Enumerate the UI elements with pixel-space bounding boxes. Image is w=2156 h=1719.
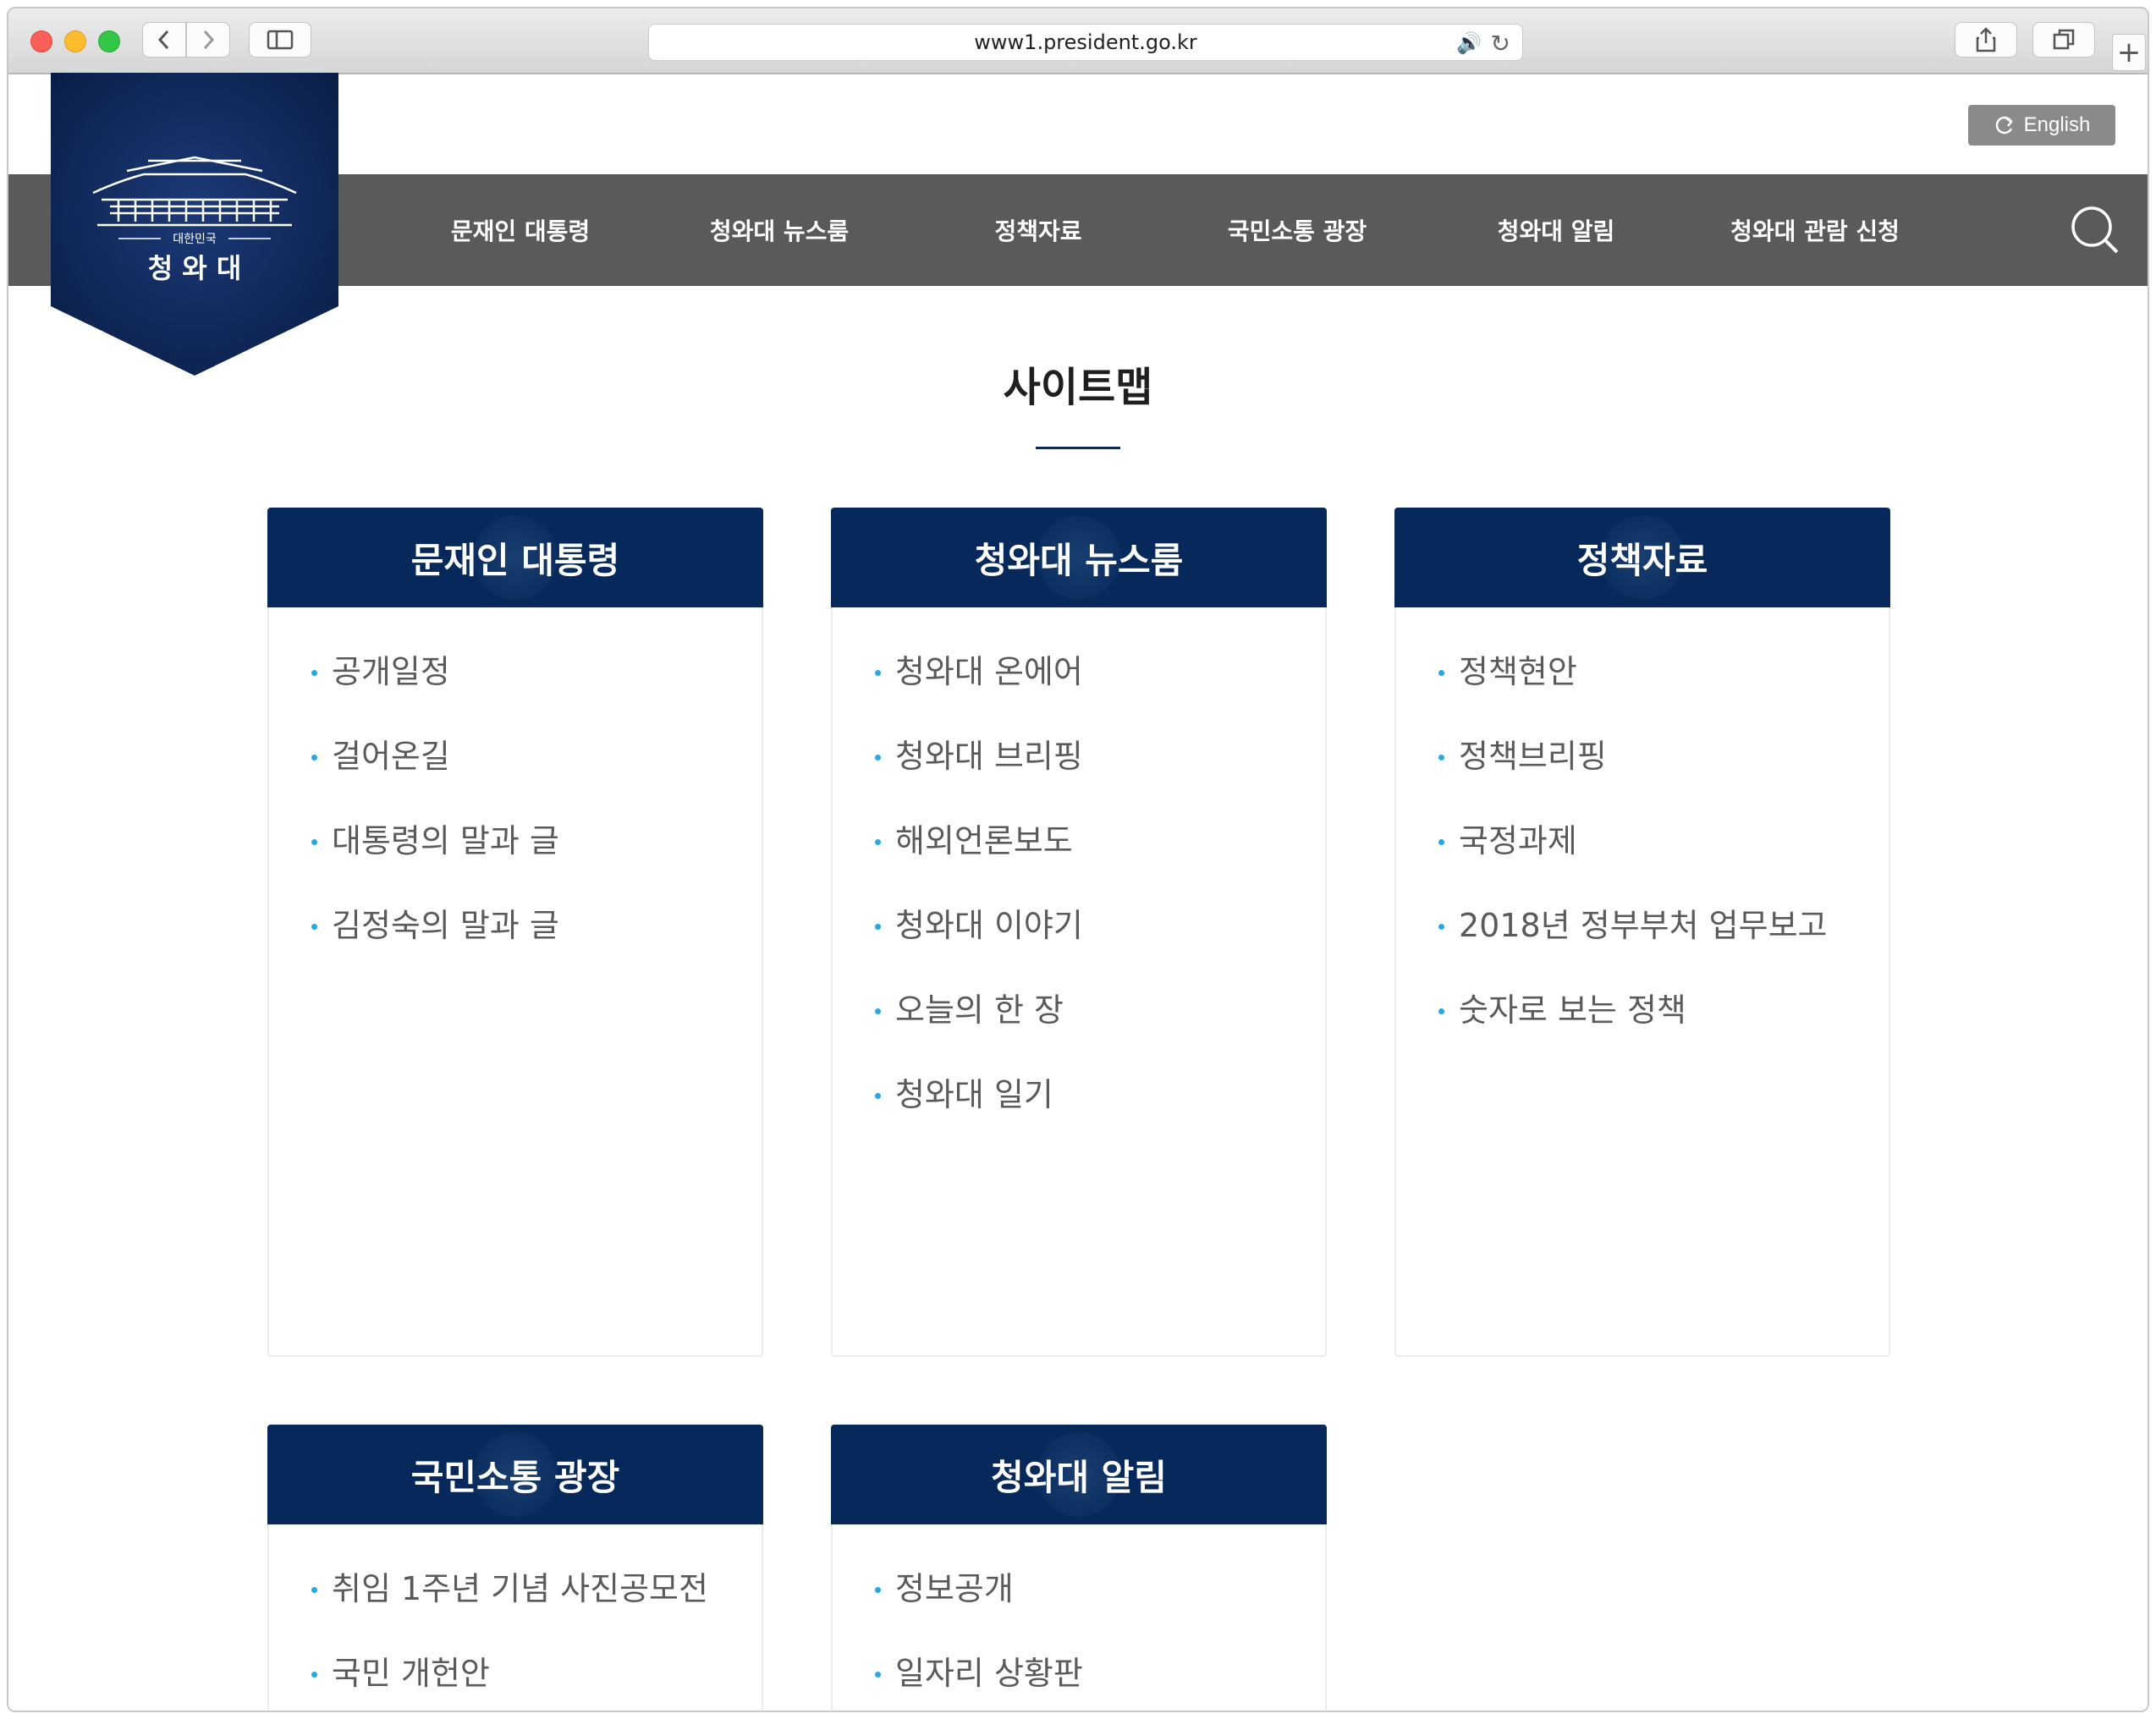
share-button[interactable] xyxy=(1955,22,2017,58)
sidebar-toggle-button[interactable] xyxy=(249,22,311,58)
card-link-list: 정보공개 일자리 상황판 xyxy=(833,1524,1325,1711)
cheongwadae-logo[interactable]: 대한민국 청 와 대 xyxy=(51,73,338,377)
logo-name: 청 와 대 xyxy=(148,252,242,284)
search-icon[interactable] xyxy=(2070,205,2120,255)
sitemap-link[interactable]: 2018년 정부부처 업무보고 xyxy=(1438,895,1889,980)
nav-item-tour[interactable]: 청와대 관람 신청 xyxy=(1718,174,1912,286)
card-header[interactable]: 청와대 알림 xyxy=(831,1425,1327,1524)
sitemap-link[interactable]: 정보공개 xyxy=(875,1558,1325,1643)
browser-window: www1.president.go.kr 🔊 ↻ + English 문재인 대… xyxy=(7,7,2149,1712)
chevron-left-icon xyxy=(157,30,169,50)
reload-icon[interactable]: ↻ xyxy=(1491,30,1510,58)
card-link-list: 청와대 온에어 청와대 브리핑 해외언론보도 청와대 이야기 오늘의 한 장 청… xyxy=(833,607,1325,1149)
sitemap-link[interactable]: 해외언론보도 xyxy=(875,810,1325,895)
card-header[interactable]: 정책자료 xyxy=(1394,508,1890,607)
sitemap-link[interactable]: 국정과제 xyxy=(1438,810,1889,895)
card-header[interactable]: 청와대 뉴스룸 xyxy=(831,508,1327,607)
browser-titlebar: www1.president.go.kr 🔊 ↻ + xyxy=(8,8,2148,74)
back-button[interactable] xyxy=(142,22,186,58)
nav-item-president[interactable]: 문재인 대통령 xyxy=(423,174,618,286)
sitemap-card-president: 문재인 대통령 공개일정 걸어온길 대통령의 말과 글 김정숙의 말과 글 xyxy=(267,508,763,1357)
sitemap-link[interactable]: 취임 1주년 기념 사진공모전 xyxy=(311,1558,762,1643)
sitemap-link[interactable]: 국민 개헌안 xyxy=(311,1643,762,1711)
sidebar-icon xyxy=(267,30,294,50)
sitemap-link[interactable]: 대통령의 말과 글 xyxy=(311,810,762,895)
nav-item-newsroom[interactable]: 청와대 뉴스룸 xyxy=(682,174,877,286)
sitemap-card-notice: 청와대 알림 정보공개 일자리 상황판 xyxy=(831,1425,1327,1711)
sitemap-link[interactable]: 청와대 일기 xyxy=(875,1064,1325,1149)
english-label: English xyxy=(2023,113,2091,136)
card-link-list: 취임 1주년 기념 사진공모전 국민 개헌안 xyxy=(269,1524,762,1711)
logo-subtitle: 대한민국 xyxy=(173,233,217,246)
zoom-window-button[interactable] xyxy=(98,30,120,52)
nav-item-notice[interactable]: 청와대 알림 xyxy=(1459,174,1653,286)
plus-icon: + xyxy=(2116,36,2142,69)
sitemap-link[interactable]: 정책브리핑 xyxy=(1438,726,1889,810)
refresh-icon xyxy=(1995,116,2013,135)
forward-button[interactable] xyxy=(186,22,230,58)
card-link-list: 정책현안 정책브리핑 국정과제 2018년 정부부처 업무보고 숫자로 보는 정… xyxy=(1396,607,1889,1064)
sitemap-link[interactable]: 일자리 상황판 xyxy=(875,1643,1325,1711)
share-icon xyxy=(1976,27,1996,52)
page-title: 사이트맵 xyxy=(1003,364,1153,411)
web-page: English 문재인 대통령 청와대 뉴스룸 정책자료 국민소통 광장 청와대… xyxy=(8,73,2148,1711)
sitemap-link[interactable]: 청와대 브리핑 xyxy=(875,726,1325,810)
card-header[interactable]: 국민소통 광장 xyxy=(267,1425,763,1524)
speaker-icon[interactable]: 🔊 xyxy=(1456,31,1482,55)
sitemap-card-communication: 국민소통 광장 취임 1주년 기념 사진공모전 국민 개헌안 xyxy=(267,1425,763,1711)
address-bar[interactable]: www1.president.go.kr 🔊 ↻ xyxy=(648,24,1523,61)
nav-item-policy[interactable]: 정책자료 xyxy=(941,174,1136,286)
chevron-right-icon xyxy=(203,30,215,50)
sitemap-link[interactable]: 공개일정 xyxy=(311,641,762,726)
tabs-icon xyxy=(2053,29,2075,50)
sitemap-link[interactable]: 정책현안 xyxy=(1438,641,1889,726)
sitemap-link[interactable]: 오늘의 한 장 xyxy=(875,980,1325,1064)
sitemap-card-newsroom: 청와대 뉴스룸 청와대 온에어 청와대 브리핑 해외언론보도 청와대 이야기 오… xyxy=(831,508,1327,1357)
nav-item-communication[interactable]: 국민소통 광장 xyxy=(1200,174,1394,286)
new-tab-button[interactable]: + xyxy=(2112,34,2146,71)
sitemap-link[interactable]: 숫자로 보는 정책 xyxy=(1438,980,1889,1064)
sitemap-link[interactable]: 청와대 이야기 xyxy=(875,895,1325,980)
minimize-window-button[interactable] xyxy=(64,30,86,52)
close-window-button[interactable] xyxy=(30,30,52,52)
card-link-list: 공개일정 걸어온길 대통령의 말과 글 김정숙의 말과 글 xyxy=(269,607,762,980)
show-tabs-button[interactable] xyxy=(2032,22,2095,58)
sitemap-card-policy: 정책자료 정책현안 정책브리핑 국정과제 2018년 정부부처 업무보고 숫자로… xyxy=(1394,508,1890,1357)
sitemap-link[interactable]: 걸어온길 xyxy=(311,726,762,810)
title-underline xyxy=(1036,447,1120,449)
sitemap-link[interactable]: 청와대 온에어 xyxy=(875,641,1325,726)
sitemap-link[interactable]: 김정숙의 말과 글 xyxy=(311,895,762,980)
url-text: www1.president.go.kr xyxy=(974,30,1197,54)
english-language-button[interactable]: English xyxy=(1968,105,2115,146)
card-header[interactable]: 문재인 대통령 xyxy=(267,508,763,607)
